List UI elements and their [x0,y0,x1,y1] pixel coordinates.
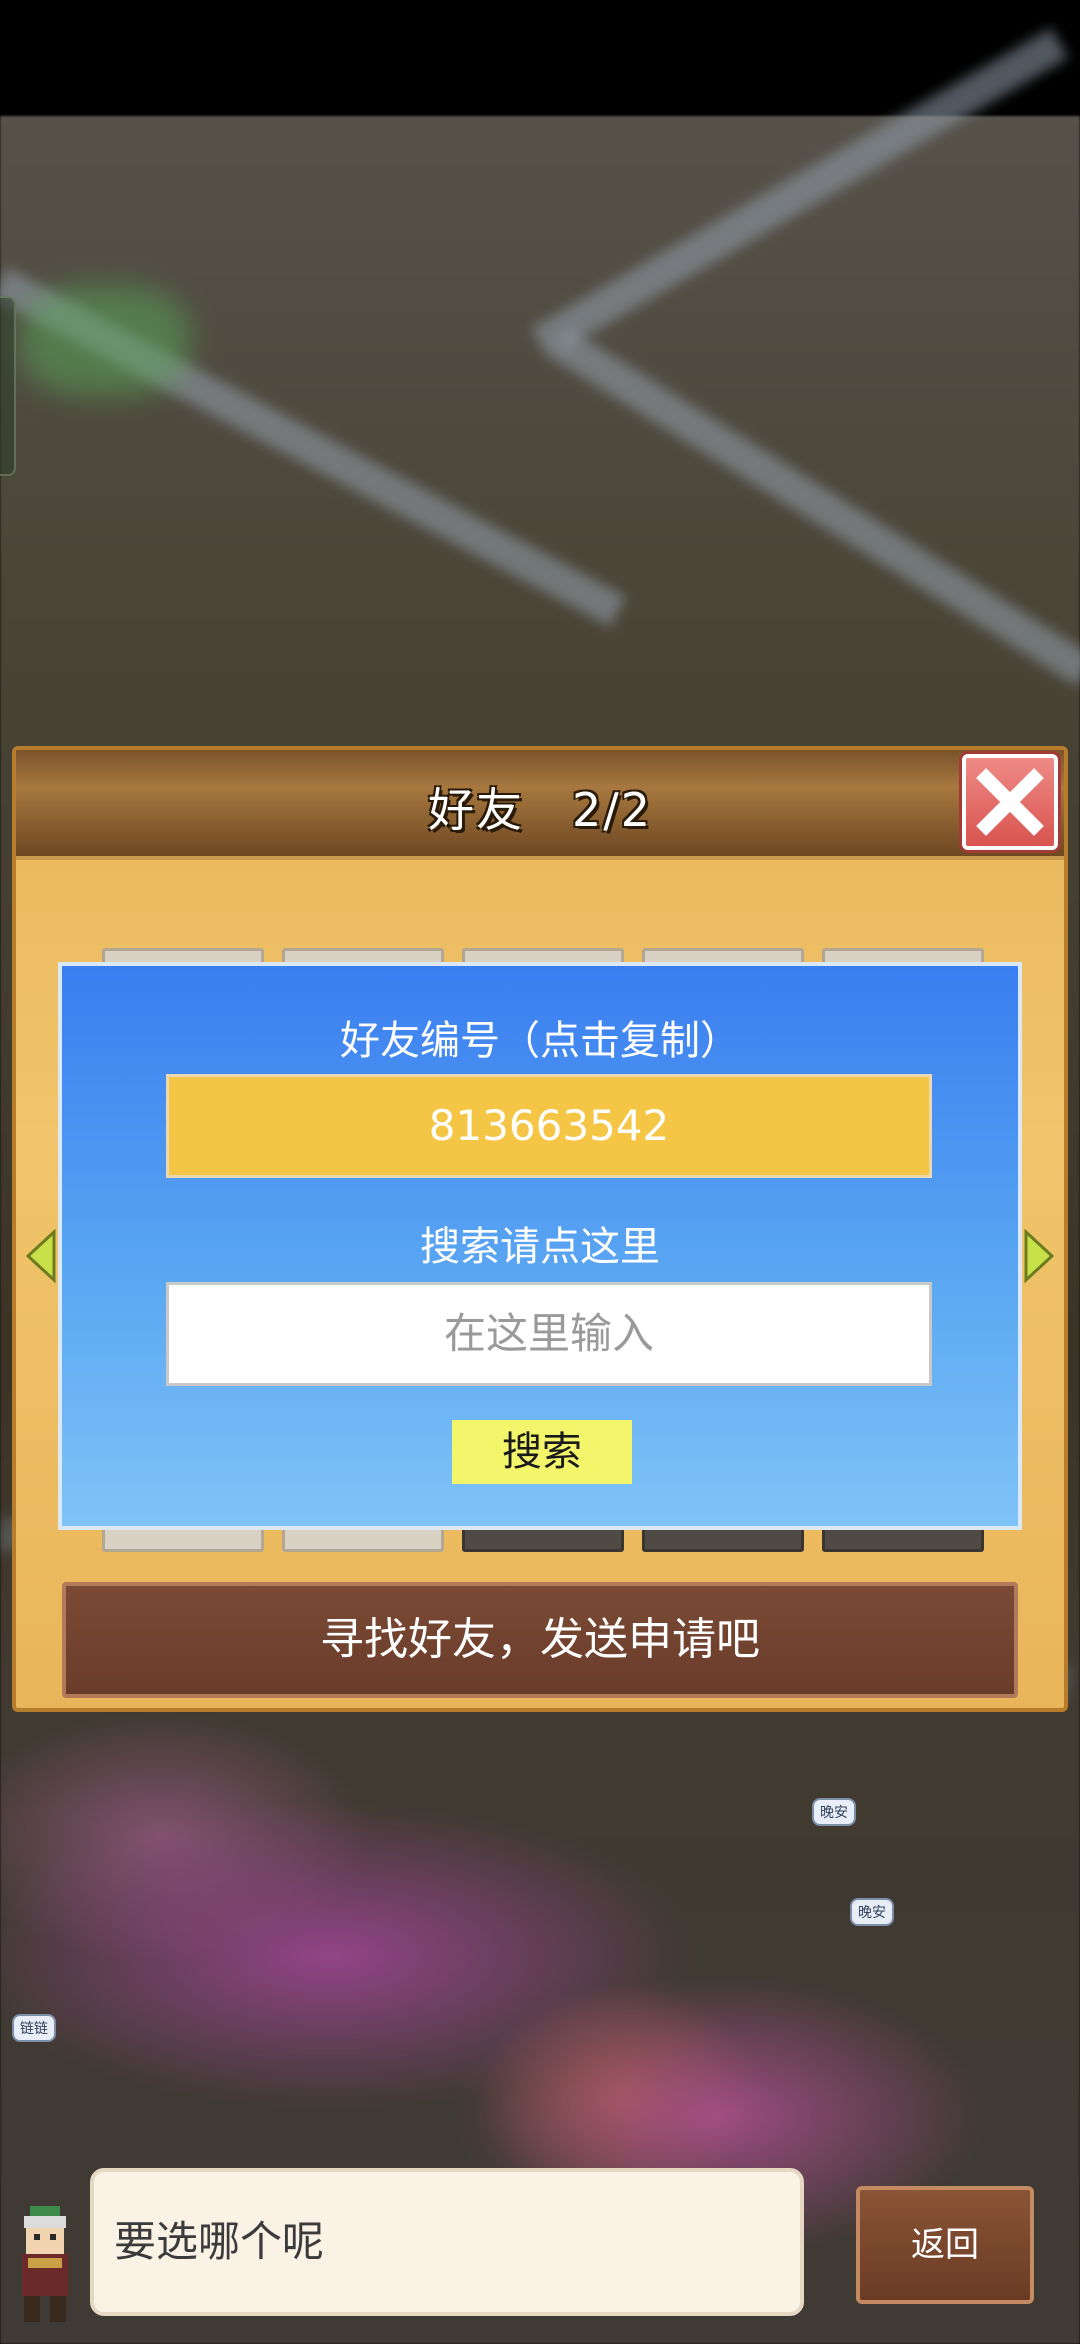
speech-bubble: 晚安 [850,1898,894,1926]
dialog-box: 要选哪个呢 [90,2168,804,2316]
close-button[interactable] [962,754,1058,850]
side-tab[interactable] [0,296,16,476]
panel-title: 好友 2/2 [427,783,653,837]
search-label: 搜索请点这里 [420,1224,660,1270]
back-button[interactable]: 返回 [856,2186,1034,2304]
speech-bubble: 链链 [12,2014,56,2042]
arrow-left-icon[interactable] [24,1228,58,1284]
road [550,328,1080,686]
arrow-right-icon[interactable] [1022,1228,1056,1284]
speech-bubble: 晚安 [812,1798,856,1826]
find-friends-button[interactable]: 寻找好友，发送申请吧 [62,1582,1018,1698]
search-input[interactable]: 在这里输入 [166,1282,932,1386]
friend-id-label: 好友编号（点击复制） [340,1018,740,1064]
status-bar [0,0,1080,116]
dialog-text: 要选哪个呢 [114,2217,325,2266]
friend-search-modal: 好友编号（点击复制） 813663542 搜索请点这里 在这里输入 搜索 [58,962,1022,1530]
foliage [20,286,190,396]
search-button[interactable]: 搜索 [452,1420,632,1484]
friend-id-box[interactable]: 813663542 [166,1074,932,1178]
panel-header: 好友 2/2 [16,750,1064,860]
character-avatar [22,2206,68,2322]
close-icon [976,768,1044,836]
